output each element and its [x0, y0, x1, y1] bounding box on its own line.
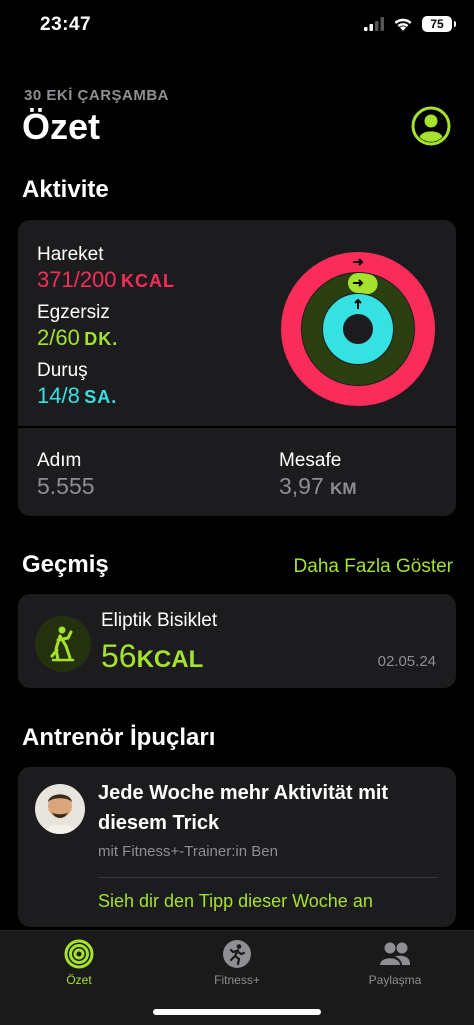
- history-section-title: Geçmiş: [22, 551, 109, 578]
- tab-fitness-plus[interactable]: Fitness+: [177, 939, 297, 987]
- exercise-value: 2/60: [37, 325, 80, 350]
- activity-card[interactable]: Hareket 371/200 KCAL Egzersiz 2/60 DK. D…: [18, 220, 456, 516]
- battery-level: 75: [430, 17, 444, 31]
- profile-icon: [411, 106, 451, 146]
- wifi-icon: [394, 18, 412, 31]
- move-value: 371/200: [37, 267, 117, 292]
- exercise-value-row: 2/60 DK.: [37, 325, 118, 351]
- cellular-signal-icon: [364, 17, 384, 31]
- card-divider: [18, 426, 456, 428]
- workout-date: 02.05.24: [377, 653, 436, 670]
- status-icons: 75: [364, 16, 456, 32]
- workout-unit: KCAL: [136, 646, 204, 673]
- stand-ring: [323, 294, 393, 364]
- tip-subtitle: mit Fitness+-Trainer:in Ben: [98, 843, 278, 860]
- move-unit: KCAL: [120, 271, 175, 291]
- show-more-link[interactable]: Daha Fazla Göster: [294, 556, 453, 578]
- sharing-people-icon: [380, 942, 411, 965]
- activity-rings: [281, 252, 435, 406]
- tips-section-title: Antrenör İpuçları: [22, 724, 216, 751]
- trainer-avatar: [35, 784, 85, 834]
- workout-calories: 56: [101, 638, 137, 674]
- tip-divider: [98, 877, 438, 878]
- battery-indicator: 75: [422, 16, 456, 32]
- workout-name: Eliptik Bisiklet: [101, 610, 218, 631]
- distance-value: 3,97: [279, 473, 324, 499]
- trainer-face-icon: [43, 794, 77, 834]
- stand-label: Duruş: [37, 360, 88, 381]
- header-date: 30 EKİ ÇARŞAMBA: [24, 87, 170, 104]
- tip-title: Jede Woche mehr Aktivität mit diesem Tri…: [98, 782, 389, 834]
- home-indicator: [153, 1009, 321, 1015]
- tab-sharing-label: Paylaşma: [368, 973, 422, 987]
- workout-value-row: 56KCAL: [101, 638, 203, 675]
- move-label: Hareket: [37, 244, 104, 265]
- tab-sharing[interactable]: Paylaşma: [335, 939, 455, 987]
- distance-unit: KM: [330, 479, 357, 498]
- exercise-label: Egzersiz: [37, 302, 110, 323]
- distance-label: Mesafe: [279, 450, 342, 471]
- workout-card[interactable]: Eliptik Bisiklet 56KCAL 02.05.24: [18, 594, 456, 688]
- stand-unit: SA.: [84, 387, 118, 407]
- distance-value-row: 3,97 KM: [279, 473, 357, 500]
- workout-icon-badge: [35, 616, 91, 672]
- summary-rings-icon: [64, 939, 94, 969]
- tip-link[interactable]: Sieh dir den Tipp dieser Woche an: [98, 891, 373, 912]
- tab-fitness-plus-label: Fitness+: [214, 973, 260, 987]
- activity-section-title: Aktivite: [22, 176, 109, 203]
- steps-label: Adım: [37, 450, 82, 471]
- status-time: 23:47: [40, 14, 92, 35]
- move-value-row: 371/200 KCAL: [37, 267, 175, 293]
- tab-summary-label: Özet: [66, 973, 92, 987]
- fitness-plus-icon: [223, 940, 251, 968]
- elliptical-icon: [50, 626, 75, 662]
- exercise-unit: DK.: [84, 329, 119, 349]
- stand-value: 14/8: [37, 383, 80, 408]
- stand-value-row: 14/8 SA.: [37, 383, 117, 409]
- tab-summary[interactable]: Özet: [19, 939, 139, 987]
- tip-card[interactable]: Jede Woche mehr Aktivität mit diesem Tri…: [18, 767, 456, 927]
- profile-button[interactable]: [411, 106, 451, 146]
- page-title: Özet: [22, 106, 101, 147]
- steps-value: 5.555: [37, 473, 95, 499]
